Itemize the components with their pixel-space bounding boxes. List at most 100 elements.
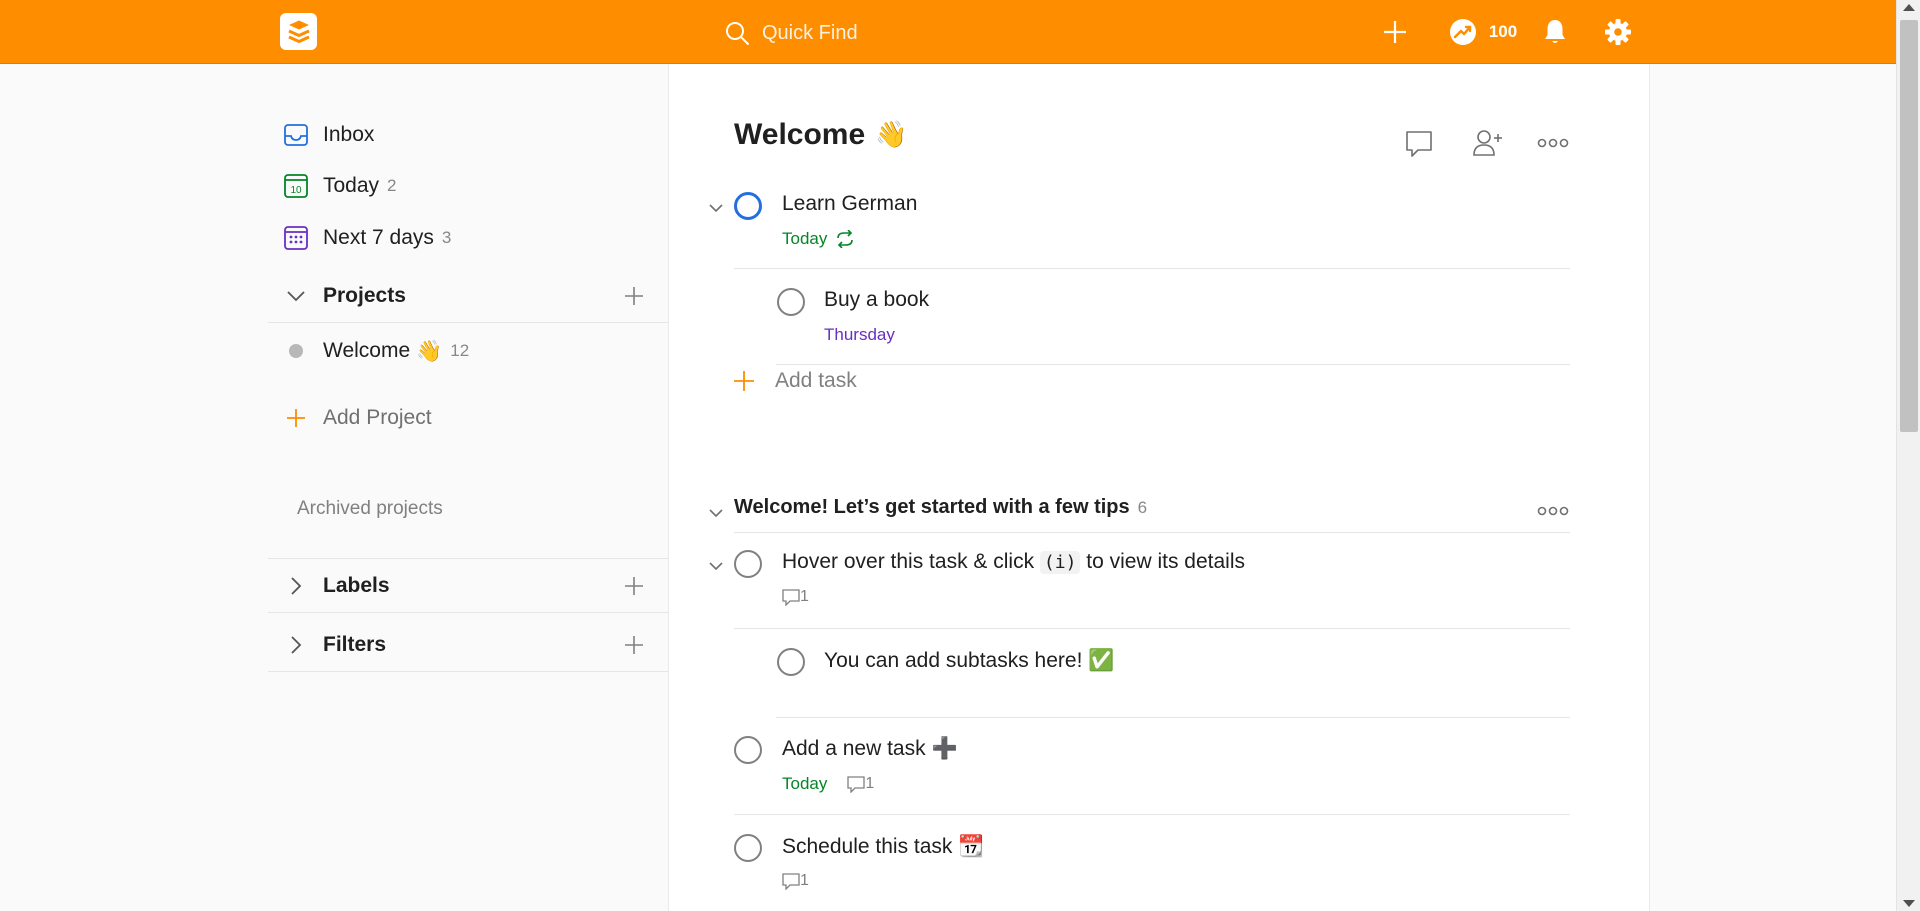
task-name-text: You can add subtasks here!	[824, 649, 1083, 672]
scroll-down-arrow-icon[interactable]	[1903, 900, 1915, 907]
karma-score: 100	[1488, 22, 1518, 41]
task-checkbox[interactable]	[777, 648, 805, 676]
scroll-up-arrow-icon[interactable]	[1903, 4, 1915, 11]
section-more-options-icon[interactable]	[1537, 494, 1569, 528]
comment-icon	[847, 776, 866, 793]
task-checkbox[interactable]	[777, 288, 805, 316]
calendar-week-icon	[283, 225, 309, 251]
divider	[734, 268, 1570, 269]
labels-title: Labels	[323, 573, 390, 597]
task-due-date[interactable]: Today	[782, 229, 855, 249]
more-options-icon[interactable]	[1537, 126, 1569, 160]
task-comments[interactable]: 1	[782, 872, 809, 890]
labels-header[interactable]: Labels	[268, 559, 668, 613]
recurring-icon	[837, 230, 854, 248]
add-project-label: Add Project	[323, 406, 432, 429]
project-dot-icon	[283, 338, 309, 364]
task-name: You can add subtasks here! ✅	[824, 648, 1114, 673]
scroll-thumb[interactable]	[1900, 20, 1918, 432]
karma-button[interactable]: 100	[1441, 14, 1525, 50]
divider	[776, 364, 1570, 365]
quick-find-placeholder: Quick Find	[762, 21, 858, 44]
task-due-date[interactable]: Thursday	[824, 325, 895, 345]
top-bar: Quick Find 100	[0, 0, 1896, 64]
info-key-hint: (i)	[1039, 551, 1081, 574]
task-name: Add a new task ➕	[782, 736, 958, 761]
task-meta: Today 1	[782, 774, 874, 794]
task-comments[interactable]: 1	[847, 775, 874, 793]
quick-add-plus-icon[interactable]	[1380, 14, 1410, 50]
sidebar-item-today[interactable]: 10 Today 2	[283, 173, 397, 199]
task-name: Hover over this task & click (i) to view…	[782, 550, 1245, 574]
chevron-right-icon[interactable]	[283, 635, 309, 655]
page-title: Welcome 👋	[734, 118, 908, 152]
task-name: Schedule this task 📆	[782, 834, 984, 859]
quick-find-search[interactable]: Quick Find	[724, 16, 1084, 50]
chevron-down-icon[interactable]	[708, 200, 724, 218]
projects-title: Projects	[323, 283, 406, 307]
add-filter-plus-icon[interactable]	[624, 635, 644, 655]
calendar-today-icon: 10	[283, 173, 309, 199]
bell-icon[interactable]	[1540, 14, 1570, 50]
svg-text:10: 10	[290, 185, 302, 196]
chevron-down-icon[interactable]	[283, 290, 309, 302]
filters-header[interactable]: Filters	[268, 618, 668, 672]
task-name-part: Hover over this task & click	[782, 550, 1040, 573]
add-task-button[interactable]: Add task	[733, 369, 857, 393]
section-title-text: Welcome! Let’s get started with a few ti…	[734, 496, 1130, 518]
share-add-person-icon[interactable]	[1472, 126, 1504, 160]
plus-emoji: ➕	[931, 736, 958, 760]
task-name-text: Add a new task	[782, 737, 926, 760]
divider	[734, 628, 1570, 629]
waving-hand-emoji: 👋	[875, 120, 908, 150]
plus-icon	[283, 405, 309, 431]
calendar-emoji: 📆	[958, 834, 985, 858]
task-due-date[interactable]: Today	[782, 774, 827, 794]
sidebar-item-count: 3	[441, 228, 452, 247]
plus-icon	[734, 371, 754, 391]
filters-title: Filters	[323, 632, 387, 656]
task-checkbox[interactable]	[734, 550, 762, 578]
task-name: Buy a book	[824, 288, 930, 311]
sidebar-item-next-7-days[interactable]: Next 7 days 3	[283, 225, 451, 251]
comment-count: 1	[800, 588, 809, 605]
add-project-plus-icon[interactable]	[624, 286, 644, 306]
divider	[734, 532, 1570, 533]
task-comments[interactable]: 1	[782, 588, 809, 606]
section-collapse-chevron-icon[interactable]	[708, 505, 724, 523]
todoist-logo-icon[interactable]	[280, 13, 317, 50]
sidebar-item-inbox[interactable]: Inbox	[283, 122, 374, 148]
add-label-plus-icon[interactable]	[624, 576, 644, 596]
divider	[776, 717, 1570, 718]
sidebar-project-welcome[interactable]: Welcome 👋 12	[283, 338, 469, 364]
gear-icon[interactable]	[1603, 14, 1633, 50]
sidebar-item-label: Welcome	[323, 339, 411, 362]
main-content: Welcome 👋 Learn German Today Buy a book …	[668, 64, 1650, 911]
sidebar: Inbox 10 Today 2 Next 7 days 3 Projects …	[268, 64, 668, 911]
task-checkbox[interactable]	[734, 736, 762, 764]
add-project-button[interactable]: Add Project	[283, 405, 432, 431]
archived-projects-link[interactable]: Archived projects	[297, 498, 443, 520]
divider	[734, 814, 1570, 815]
comment-icon	[782, 873, 800, 890]
karma-trend-icon	[1449, 19, 1476, 45]
sidebar-item-label: Next 7 days	[323, 226, 434, 249]
comment-icon	[782, 589, 800, 606]
chevron-right-icon[interactable]	[283, 576, 309, 596]
comment-icon[interactable]	[1404, 126, 1434, 160]
task-name: Learn German	[782, 192, 918, 215]
chevron-down-icon[interactable]	[708, 558, 724, 576]
sidebar-item-count: 2	[387, 176, 397, 195]
projects-header[interactable]: Projects	[268, 269, 668, 323]
task-checkbox[interactable]	[734, 834, 762, 862]
task-checkbox[interactable]	[734, 192, 762, 220]
task-name-text: Schedule this task	[782, 835, 953, 858]
sidebar-item-label: Inbox	[323, 123, 375, 146]
section-count: 6	[1137, 497, 1148, 517]
page-scrollbar[interactable]	[1896, 0, 1920, 911]
sidebar-item-label: Today	[323, 174, 380, 197]
waving-hand-emoji: 👋	[416, 338, 443, 363]
comment-count: 1	[800, 872, 809, 889]
section-title[interactable]: Welcome! Let’s get started with a few ti…	[734, 496, 1147, 519]
page-title-text: Welcome	[734, 118, 866, 151]
